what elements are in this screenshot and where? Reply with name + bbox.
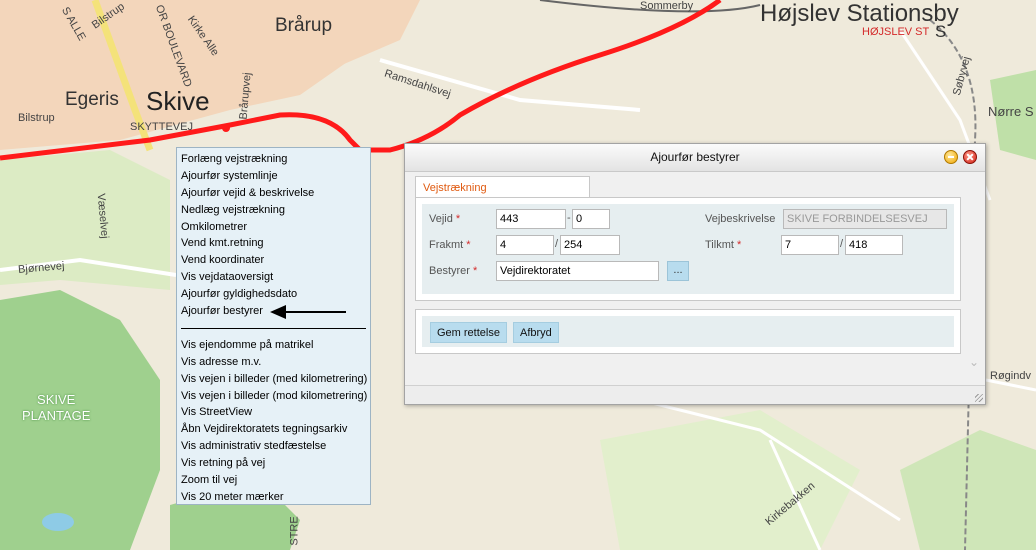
- menu-item-omkilometrer[interactable]: Omkilometrer: [177, 219, 370, 236]
- plantage-label: SKIVE PLANTAGE: [22, 392, 91, 423]
- context-menu: Forlæng vejstrækning Ajourfør systemlinje…: [176, 147, 371, 505]
- menu-item-vis-adresse-m-v[interactable]: Vis adresse m.v.: [177, 354, 370, 371]
- menu-item-vend-koordinater[interactable]: Vend koordinater: [177, 252, 370, 269]
- dialog-statusbar: [405, 385, 985, 404]
- form-panel: Vejid * - Vejbeskrivelse Frakmt * / Tilk…: [415, 197, 961, 301]
- menu-item-vis-20-meter-m-rker[interactable]: Vis 20 meter mærker: [177, 489, 370, 506]
- tilkmt-required-mark: *: [736, 239, 742, 251]
- bestyrer-input[interactable]: [496, 261, 659, 281]
- road-label-bilstrup-left: Bilstrup: [18, 112, 55, 124]
- menu-item-vis-ejendomme-pa-matrikel[interactable]: Vis ejendomme på matrikel: [177, 337, 370, 354]
- frakmt-label-text: Frakmt: [429, 239, 464, 251]
- tab-vejstraekning[interactable]: Vejstrækning: [415, 176, 590, 198]
- vejid-label: Vejid *: [429, 213, 460, 225]
- town-label-norre: Nørre S: [988, 104, 1034, 119]
- menu-item-ajourf-r-systemlinje[interactable]: Ajourfør systemlinje: [177, 168, 370, 185]
- road-label-skyttevej: SKYTTEVEJ: [130, 121, 193, 133]
- town-label-skive: Skive: [146, 86, 210, 116]
- context-menu-group-view: Vis ejendomme på matrikel Vis adresse m.v…: [177, 337, 370, 506]
- menu-item-vend-kmt-retning[interactable]: Vend kmt.retning: [177, 235, 370, 252]
- frakmt-m-input[interactable]: [560, 235, 620, 255]
- town-label-braarup: Brårup: [275, 15, 333, 36]
- vejid-separator: -: [567, 212, 571, 224]
- close-button[interactable]: [963, 150, 977, 164]
- station-s-label: S: [935, 22, 947, 41]
- vejid-label-text: Vejid: [429, 213, 453, 225]
- vejid-required-mark: *: [455, 213, 461, 225]
- vejid-input[interactable]: [496, 209, 566, 229]
- station-code-label: HØJSLEV ST: [862, 26, 930, 38]
- menu-item-ajourf-r-vejid-beskrivelse[interactable]: Ajourfør vejid & beskrivelse: [177, 185, 370, 202]
- frakmt-km-input[interactable]: [496, 235, 554, 255]
- menu-item-vis-vejen-i-billeder-med-kilometrering[interactable]: Vis vejen i billeder (med kilometrering): [177, 371, 370, 388]
- frakmt-required-mark: *: [466, 239, 471, 251]
- road-label-stre: STRE: [288, 516, 301, 546]
- tilkmt-label-text: Tilkmt: [705, 239, 734, 251]
- bestyrer-label: Bestyrer *: [429, 265, 477, 277]
- button-panel-inner: Gem rettelse Afbryd: [422, 316, 954, 347]
- menu-item-zoom-til-vej[interactable]: Zoom til vej: [177, 472, 370, 489]
- tilkmt-m-input[interactable]: [845, 235, 903, 255]
- bestyrer-lookup-button[interactable]: ...: [667, 261, 689, 281]
- dialog-title: Ajourfør bestyrer: [650, 150, 740, 164]
- vejid-sub-input[interactable]: [572, 209, 610, 229]
- minimize-button[interactable]: [944, 150, 958, 164]
- resize-grip-icon[interactable]: [975, 394, 983, 402]
- annotation-arrow: [270, 305, 346, 319]
- menu-item-vis-vejen-i-billeder-mod-kilometrering[interactable]: Vis vejen i billeder (mod kilometrering): [177, 388, 370, 405]
- save-button[interactable]: Gem rettelse: [430, 322, 507, 343]
- town-label-egeris: Egeris: [65, 89, 119, 110]
- road-label-rogind: Røgindv: [990, 370, 1031, 382]
- town-label-hojslev: Højslev Stationsby: [760, 0, 959, 27]
- menu-item-nedl-g-vejstr-kning[interactable]: Nedlæg vejstrækning: [177, 202, 370, 219]
- context-menu-separator: [181, 327, 366, 329]
- route-point: [222, 124, 230, 132]
- menu-item-abn-vejdirektoratets-tegningsarkiv[interactable]: Åbn Vejdirektoratets tegningsarkiv: [177, 421, 370, 438]
- ajourfor-bestyrer-dialog: Ajourfør bestyrer Vejstrækning Vejid * -…: [404, 143, 986, 405]
- lake: [42, 513, 74, 531]
- road-label-sommerby: Sommerby: [640, 0, 694, 12]
- vejbeskrivelse-label: Vejbeskrivelse: [705, 213, 776, 225]
- vejbeskrivelse-input: [783, 209, 947, 229]
- form-panel-inner: Vejid * - Vejbeskrivelse Frakmt * / Tilk…: [422, 204, 954, 294]
- cancel-button[interactable]: Afbryd: [513, 322, 559, 343]
- scroll-down-icon[interactable]: ⌄: [969, 355, 979, 369]
- tilkmt-km-input[interactable]: [781, 235, 839, 255]
- menu-item-vis-streetview[interactable]: Vis StreetView: [177, 404, 370, 421]
- frakmt-label: Frakmt *: [429, 239, 471, 251]
- bestyrer-label-text: Bestyrer: [429, 265, 470, 277]
- dialog-titlebar[interactable]: Ajourfør bestyrer: [405, 144, 985, 172]
- bestyrer-required-mark: *: [473, 265, 478, 277]
- button-panel: Gem rettelse Afbryd: [415, 309, 961, 354]
- menu-item-forl-ng-vejstr-kning[interactable]: Forlæng vejstrækning: [177, 151, 370, 168]
- menu-item-ajourf-r-gyldighedsdato[interactable]: Ajourfør gyldighedsdato: [177, 286, 370, 303]
- tilkmt-slash: /: [840, 238, 844, 250]
- menu-item-vis-administrativ-stedf-stelse[interactable]: Vis administrativ stedfæstelse: [177, 438, 370, 455]
- context-menu-group-edit: Forlæng vejstrækning Ajourfør systemlinje…: [177, 151, 370, 320]
- tilkmt-label: Tilkmt *: [705, 239, 741, 251]
- minimize-icon: [948, 156, 954, 158]
- menu-item-vis-retning-pa-vej[interactable]: Vis retning på vej: [177, 455, 370, 472]
- frakmt-slash: /: [555, 238, 559, 250]
- menu-item-vis-vejdataoversigt[interactable]: Vis vejdataoversigt: [177, 269, 370, 286]
